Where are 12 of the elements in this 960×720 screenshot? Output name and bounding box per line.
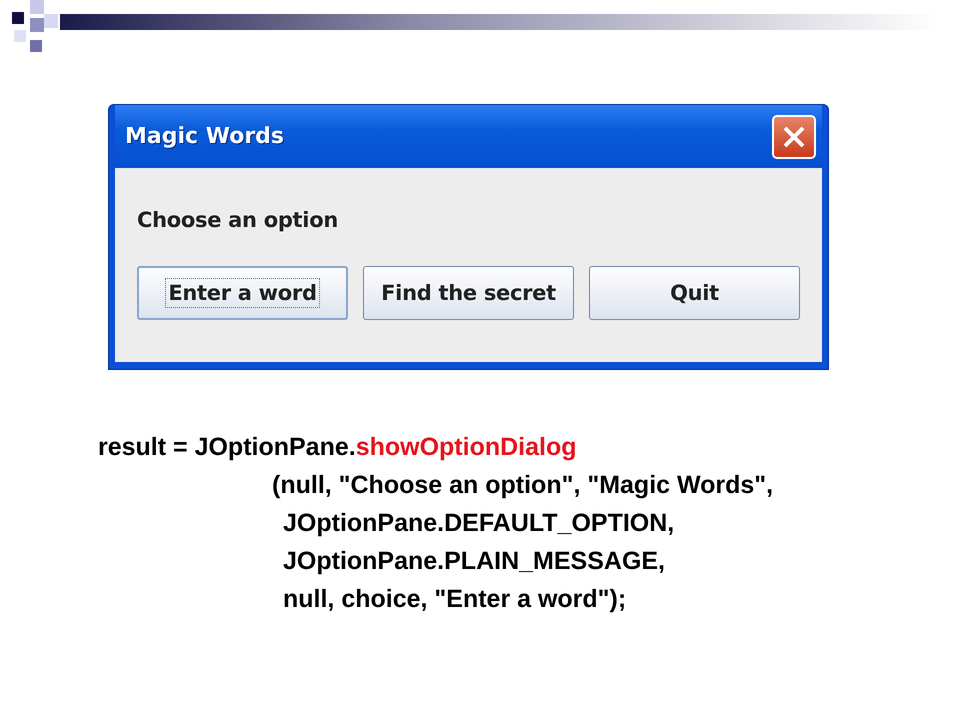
option-button[interactable]: Find the secret (363, 266, 574, 320)
code-line: (null, "Choose an option", "Magic Words", (271, 470, 774, 501)
dialog-message: Choose an option (137, 208, 339, 232)
close-icon (782, 124, 806, 148)
option-button[interactable]: Enter a word (137, 266, 348, 320)
code-line: result = JOptionPane.showOptionDialog (98, 432, 578, 463)
code-line: JOptionPane.DEFAULT_OPTION, (282, 508, 676, 539)
code-line: null, choice, "Enter a word"); (282, 584, 628, 615)
close-button[interactable] (772, 114, 816, 158)
option-button[interactable]: Quit (589, 266, 800, 320)
code-line: JOptionPane.PLAIN_MESSAGE, (282, 546, 666, 577)
window-title: Magic Words (125, 124, 284, 149)
